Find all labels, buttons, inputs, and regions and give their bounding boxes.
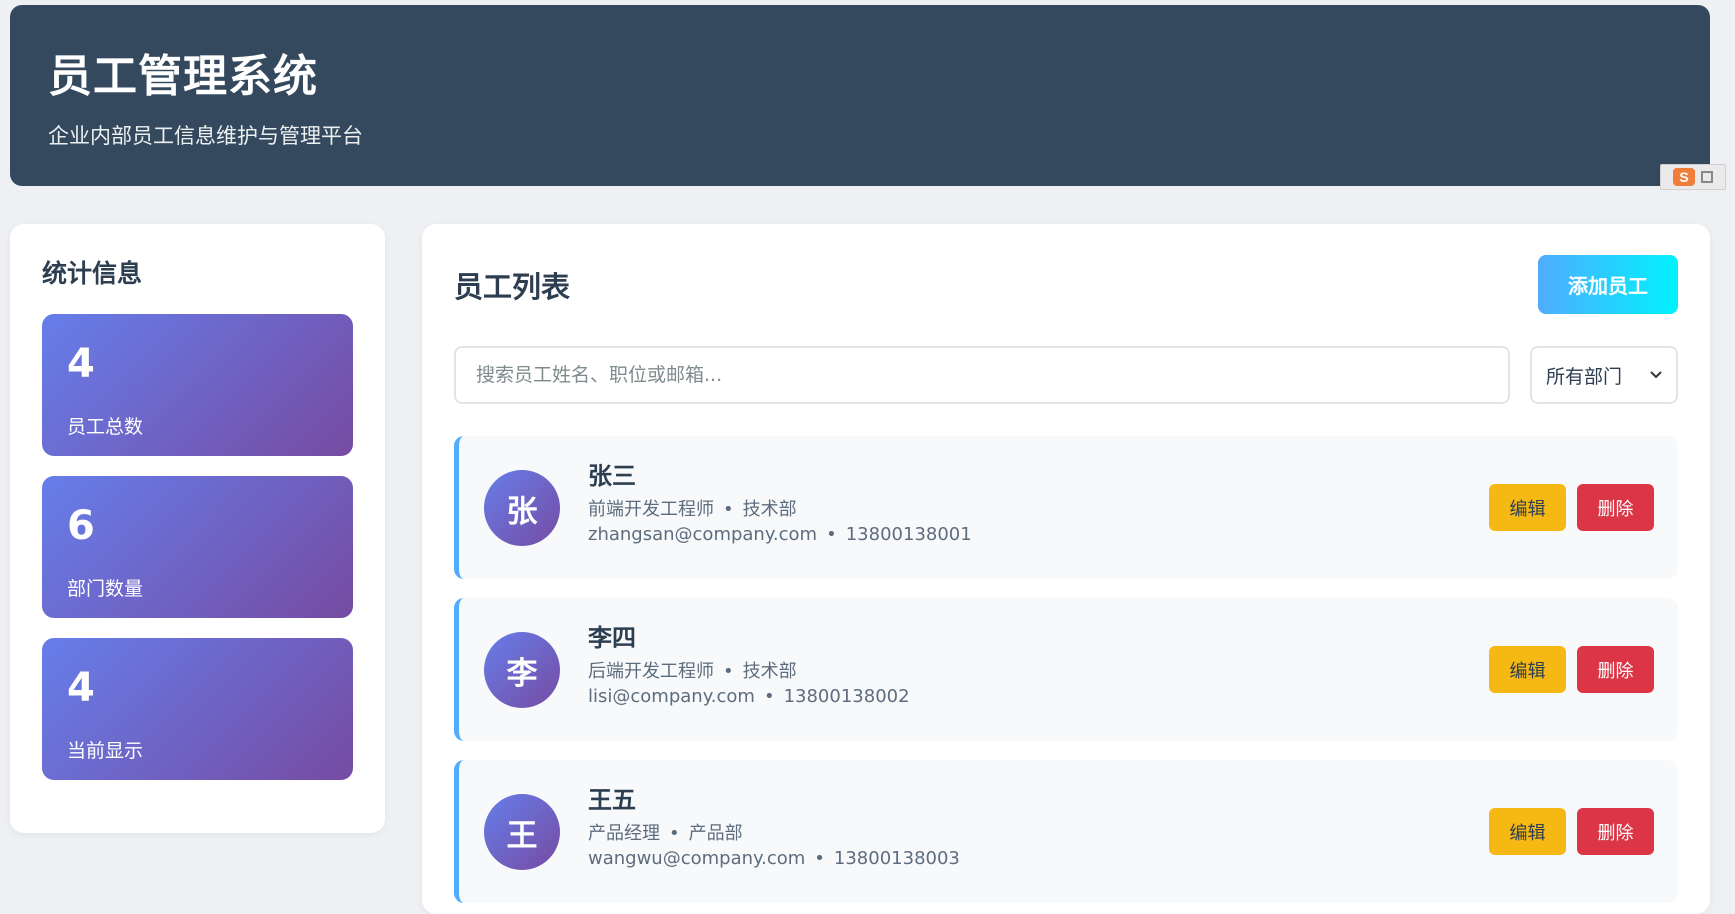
stats-title: 统计信息: [42, 259, 143, 288]
employee-role-line: 前端开发工程师 • 技术部: [588, 499, 972, 521]
employee-row: 王 王五 产品经理 • 产品部 wangwu@company.com • 1380013…: [454, 760, 1678, 903]
stat-value: 4: [67, 341, 95, 387]
separator: •: [723, 498, 734, 520]
employee-panel-header: 员工列表 添加员工: [454, 224, 1678, 314]
employee-role-line: 后端开发工程师 • 技术部: [588, 661, 910, 683]
employee-department: 产品部: [688, 822, 743, 844]
employee-info: 张三 前端开发工程师 • 技术部 zhangsan@company.com • 1380…: [588, 462, 972, 546]
employee-list-title: 员工列表: [454, 270, 571, 304]
employee-name: 张三: [588, 462, 636, 490]
separator: •: [763, 686, 775, 708]
stat-label: 部门数量: [67, 578, 144, 600]
edit-button[interactable]: 编辑: [1489, 484, 1566, 531]
department-select[interactable]: 所有部门: [1530, 346, 1678, 404]
stat-card-total-employees: 4 员工总数: [42, 314, 353, 456]
filter-bar: 所有部门: [454, 346, 1678, 404]
avatar: 张: [484, 470, 560, 546]
employee-email: lisi@company.com: [588, 686, 755, 708]
stat-label: 当前显示: [67, 740, 144, 762]
add-employee-button[interactable]: 添加员工: [1538, 255, 1678, 314]
page-header: 员工管理系统 企业内部员工信息维护与管理平台: [10, 5, 1710, 186]
ime-indicator[interactable]: S: [1660, 164, 1726, 190]
employee-list: 张 张三 前端开发工程师 • 技术部 zhangsan@company.com • 13…: [454, 436, 1678, 903]
employee-row: 张 张三 前端开发工程师 • 技术部 zhangsan@company.com • 13…: [454, 436, 1678, 579]
chevron-down-icon: [1650, 368, 1662, 382]
department-select-value: 所有部门: [1546, 365, 1623, 388]
search-input[interactable]: [454, 346, 1510, 404]
stat-label: 员工总数: [67, 416, 144, 438]
stat-card-currently-shown: 4 当前显示: [42, 638, 353, 780]
stat-value: 6: [67, 503, 95, 549]
employee-position: 前端开发工程师: [588, 498, 714, 520]
employee-department: 技术部: [742, 660, 797, 682]
ime-logo-icon: S: [1673, 168, 1695, 186]
employee-contact-line: lisi@company.com • 13800138002: [588, 686, 910, 708]
employee-name: 王五: [588, 786, 636, 814]
separator: •: [814, 848, 825, 870]
stat-value: 4: [67, 665, 95, 711]
stat-card-department-count: 6 部门数量: [42, 476, 353, 618]
employee-department: 技术部: [742, 498, 797, 520]
employee-phone: 13800138003: [833, 848, 960, 870]
avatar: 李: [484, 632, 560, 708]
delete-button[interactable]: 删除: [1577, 646, 1654, 693]
employee-contact-line: wangwu@company.com • 13800138003: [588, 848, 960, 870]
page-subtitle: 企业内部员工信息维护与管理平台: [48, 123, 363, 148]
employee-role-line: 产品经理 • 产品部: [588, 823, 960, 845]
employee-name: 李四: [588, 624, 636, 652]
delete-button[interactable]: 删除: [1577, 484, 1654, 531]
employee-row: 李 李四 后端开发工程师 • 技术部 lisi@company.com • 138001…: [454, 598, 1678, 741]
employee-position: 后端开发工程师: [588, 660, 714, 682]
employee-phone: 13800138001: [845, 524, 972, 546]
edit-button[interactable]: 编辑: [1489, 808, 1566, 855]
separator: •: [669, 822, 680, 844]
delete-button[interactable]: 删除: [1577, 808, 1654, 855]
stats-panel: 统计信息 4 员工总数 6 部门数量 4 当前显示: [10, 224, 385, 833]
employee-email: zhangsan@company.com: [588, 524, 818, 546]
separator: •: [826, 524, 837, 546]
avatar: 王: [484, 794, 560, 870]
employee-contact-line: zhangsan@company.com • 13800138001: [588, 524, 972, 546]
expand-icon: [1701, 171, 1713, 183]
employee-position: 产品经理: [588, 822, 660, 844]
employee-info: 李四 后端开发工程师 • 技术部 lisi@company.com • 13800138…: [588, 624, 910, 708]
employee-email: wangwu@company.com: [588, 848, 806, 870]
employee-phone: 13800138002: [783, 686, 910, 708]
separator: •: [723, 660, 734, 682]
edit-button[interactable]: 编辑: [1489, 646, 1566, 693]
employee-panel: 员工列表 添加员工 所有部门 张 张三 前端开发工程师 • 技术部 zhangsan…: [422, 224, 1710, 914]
page-title: 员工管理系统: [48, 51, 318, 102]
employee-info: 王五 产品经理 • 产品部 wangwu@company.com • 138001380…: [588, 786, 960, 870]
